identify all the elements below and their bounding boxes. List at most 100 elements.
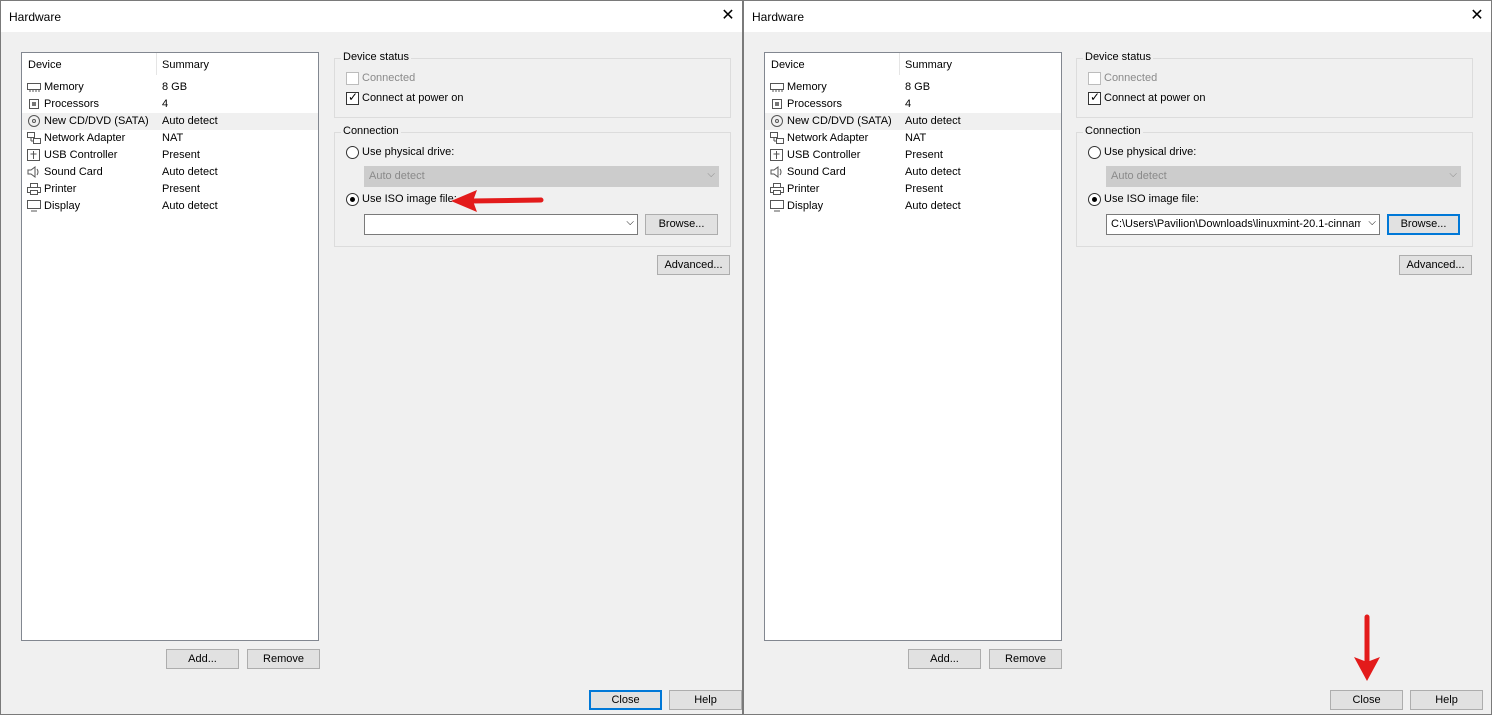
- device-status-group: Device status Connected ✓ Connect at pow…: [1076, 51, 1473, 118]
- connect-at-power-on-label: Connect at power on: [362, 92, 464, 104]
- device-name: Sound Card: [44, 166, 103, 178]
- device-row[interactable]: Printer Present: [22, 181, 318, 198]
- browse-button[interactable]: Browse...: [1387, 214, 1460, 235]
- use-physical-drive-radio[interactable]: [1088, 146, 1101, 159]
- radio-dot-icon: [1092, 197, 1097, 202]
- use-iso-image-radio[interactable]: [346, 193, 359, 206]
- device-row[interactable]: Printer Present: [765, 181, 1061, 198]
- device-row[interactable]: Processors 4: [765, 96, 1061, 113]
- help-button[interactable]: Help: [1410, 690, 1483, 710]
- processor-icon: [770, 98, 784, 110]
- remove-button[interactable]: Remove: [989, 649, 1062, 669]
- close-button[interactable]: Close: [589, 690, 662, 710]
- device-row[interactable]: New CD/DVD (SATA) Auto detect: [22, 113, 318, 130]
- device-summary: Present: [162, 183, 200, 195]
- device-summary: Auto detect: [905, 115, 961, 127]
- device-list: Device Summary Memory 8 GB Processors 4 New …: [21, 52, 319, 641]
- device-row[interactable]: Display Auto detect: [765, 198, 1061, 215]
- title-bar: Hardware ✕: [744, 1, 1491, 32]
- close-icon[interactable]: ✕: [718, 6, 738, 26]
- help-button[interactable]: Help: [669, 690, 742, 710]
- dialog-title: Hardware: [752, 10, 805, 24]
- device-row[interactable]: New CD/DVD (SATA) Auto detect: [765, 113, 1061, 130]
- iso-path-combobox[interactable]: C:\Users\Pavilion\Downloads\linuxmint-20…: [1106, 214, 1380, 235]
- device-summary: Present: [162, 149, 200, 161]
- device-row[interactable]: USB Controller Present: [22, 147, 318, 164]
- device-row[interactable]: Sound Card Auto detect: [765, 164, 1061, 181]
- connect-at-power-on-checkbox[interactable]: ✓: [346, 90, 359, 105]
- close-button[interactable]: Close: [1330, 690, 1403, 710]
- device-status-legend: Device status: [341, 51, 412, 63]
- column-header-summary[interactable]: Summary: [905, 59, 952, 71]
- hardware-dialog-left: Hardware ✕ Device Summary Memory 8 GB Proc…: [0, 0, 743, 715]
- device-row[interactable]: Memory 8 GB: [22, 79, 318, 96]
- device-row[interactable]: Network Adapter NAT: [22, 130, 318, 147]
- device-name: New CD/DVD (SATA): [44, 115, 149, 127]
- add-button[interactable]: Add...: [166, 649, 239, 669]
- chevron-down-icon: ⌵: [1368, 217, 1376, 228]
- network-adapter-icon: [770, 132, 784, 144]
- column-header-summary[interactable]: Summary: [162, 59, 209, 71]
- advanced-button[interactable]: Advanced...: [657, 255, 730, 275]
- close-icon[interactable]: ✕: [1467, 6, 1487, 26]
- device-name: USB Controller: [787, 149, 861, 161]
- physical-drive-value: Auto detect: [369, 170, 425, 182]
- device-name: Network Adapter: [44, 132, 126, 144]
- annotation-arrow-left: [451, 190, 544, 212]
- iso-path-combobox[interactable]: ⌵: [364, 214, 638, 235]
- network-adapter-icon: [27, 132, 41, 144]
- use-iso-image-radio[interactable]: [1088, 193, 1101, 206]
- physical-drive-value: Auto detect: [1111, 170, 1167, 182]
- device-summary: Auto detect: [162, 115, 218, 127]
- usb-icon: [770, 149, 784, 161]
- device-summary: 8 GB: [905, 81, 931, 93]
- usb-icon: [27, 149, 41, 161]
- processor-icon: [27, 98, 41, 110]
- device-row[interactable]: Sound Card Auto detect: [22, 164, 318, 181]
- radio-dot-icon: [350, 197, 355, 202]
- device-name: USB Controller: [44, 149, 118, 161]
- sound-card-icon: [770, 166, 784, 178]
- cd-dvd-icon: [27, 115, 41, 127]
- connection-group: Connection Use physical drive: Auto dete…: [1076, 125, 1473, 247]
- advanced-button[interactable]: Advanced...: [1399, 255, 1472, 275]
- device-name: Printer: [787, 183, 820, 195]
- physical-drive-select[interactable]: Auto detect ⌵: [364, 166, 719, 187]
- device-summary: Present: [905, 149, 943, 161]
- connection-legend: Connection: [341, 125, 401, 137]
- chevron-down-icon: ⌵: [707, 169, 715, 180]
- connect-at-power-on-checkbox[interactable]: ✓: [1088, 90, 1101, 105]
- column-header-device[interactable]: Device: [771, 59, 805, 71]
- connected-checkbox[interactable]: [1088, 72, 1101, 85]
- device-row[interactable]: USB Controller Present: [765, 147, 1061, 164]
- use-physical-drive-radio[interactable]: [346, 146, 359, 159]
- device-summary: Auto detect: [905, 200, 961, 212]
- annotation-arrow-right: [1354, 614, 1380, 681]
- device-row[interactable]: Processors 4: [22, 96, 318, 113]
- device-summary: 4: [905, 98, 912, 110]
- remove-button[interactable]: Remove: [247, 649, 320, 669]
- browse-button[interactable]: Browse...: [645, 214, 718, 235]
- sound-card-icon: [27, 166, 41, 178]
- connected-checkbox[interactable]: [346, 72, 359, 85]
- column-separator: [156, 53, 157, 75]
- column-separator: [899, 53, 900, 75]
- device-list-header: Device Summary: [22, 53, 318, 75]
- device-row[interactable]: Network Adapter NAT: [765, 130, 1061, 147]
- title-bar: Hardware ✕: [1, 1, 742, 32]
- hardware-dialog-right: Hardware ✕ Device Summary Memory 8 GB Proc…: [743, 0, 1492, 715]
- checkmark-icon: ✓: [348, 90, 359, 104]
- chevron-down-icon: ⌵: [1449, 169, 1457, 180]
- device-list: Device Summary Memory 8 GB Processors 4 New …: [764, 52, 1062, 641]
- device-row[interactable]: Display Auto detect: [22, 198, 318, 215]
- add-button[interactable]: Add...: [908, 649, 981, 669]
- device-row[interactable]: Memory 8 GB: [765, 79, 1061, 96]
- display-icon: [770, 200, 784, 212]
- checkmark-icon: ✓: [1090, 90, 1101, 104]
- connected-label: Connected: [1104, 72, 1158, 84]
- device-name: Processors: [44, 98, 100, 110]
- physical-drive-select[interactable]: Auto detect ⌵: [1106, 166, 1461, 187]
- column-header-device[interactable]: Device: [28, 59, 62, 71]
- device-name: New CD/DVD (SATA): [787, 115, 892, 127]
- connection-legend: Connection: [1083, 125, 1143, 137]
